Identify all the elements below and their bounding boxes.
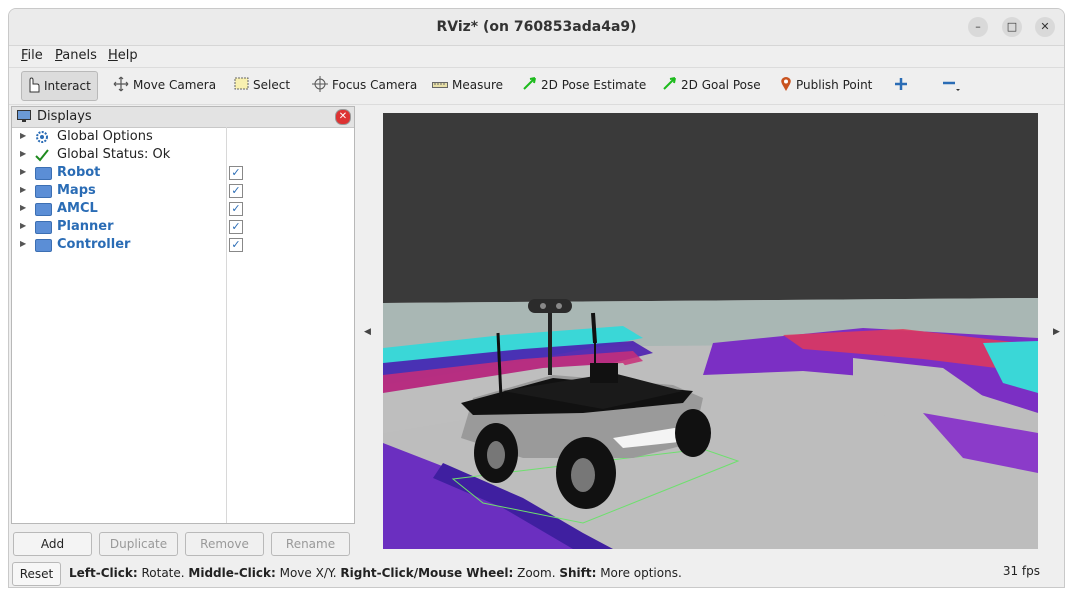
hint-desc: Rotate. [137,566,189,580]
rviz-window: RViz* (on 760853ada4a9) – □ ✕ File Panel… [8,8,1065,588]
display-item-label: AMCL [57,201,98,216]
add-display-button[interactable]: Add [13,532,92,556]
display-item-robot[interactable]: ▶ Robot ✓ [12,164,354,182]
display-item-controller[interactable]: ▶ Controller ✓ [12,236,354,254]
menu-panels[interactable]: Panels [55,48,97,63]
hint-key: Right-Click/Mouse Wheel: [340,566,514,580]
displays-panel-header: Displays ✕ [12,107,354,128]
reset-button[interactable]: Reset [12,562,61,586]
collapse-right-arrow-icon[interactable]: ▶ [1053,327,1060,337]
expand-arrow-icon[interactable]: ▶ [20,221,26,230]
folder-icon [35,202,52,219]
collapse-left-arrow-icon[interactable]: ◀ [364,327,371,337]
status-bar: Reset Left-Click: Rotate. Middle-Click: … [9,562,1064,587]
add-tool-button[interactable] [894,71,912,99]
menu-file-label: ile [27,48,43,63]
display-enabled-checkbox[interactable]: ✓ [229,238,243,252]
move-icon [113,76,129,95]
display-item-label: Planner [57,219,114,234]
tool-move-camera[interactable]: Move Camera [113,71,216,99]
hint-desc: Move X/Y. [275,566,341,580]
expand-arrow-icon[interactable]: ▶ [20,239,26,248]
menu-help-mnemonic: H [108,48,118,63]
tool-publish-point-label: Publish Point [796,78,873,92]
folder-icon [35,220,52,237]
display-enabled-checkbox[interactable]: ✓ [229,166,243,180]
menu-panels-label: anels [62,48,97,63]
green-arrow-icon [522,76,537,94]
duplicate-display-button[interactable]: Duplicate [99,532,178,556]
3d-scene-render [383,113,1038,549]
hint-key: Middle-Click: [188,566,276,580]
mouse-hint-text: Left-Click: Rotate. Middle-Click: Move X… [69,566,682,580]
hint-desc: More options. [596,566,682,580]
fps-counter: 31 fps [1002,564,1040,578]
expand-arrow-icon[interactable]: ▶ [20,167,26,176]
tool-select-label: Select [253,78,291,92]
map-pin-icon [780,76,792,95]
tool-2d-pose-estimate[interactable]: 2D Pose Estimate [522,71,646,99]
display-item-label: Global Options [57,129,153,144]
hint-desc: Zoom. [513,566,560,580]
3d-viewport[interactable] [383,113,1038,549]
hint-key: Shift: [559,566,597,580]
displays-panel-title: Displays [37,109,92,124]
monitor-icon [17,110,31,127]
ruler-icon [432,78,448,92]
display-enabled-checkbox[interactable]: ✓ [229,220,243,234]
display-item-label: Global Status: Ok [57,147,171,162]
display-item-maps[interactable]: ▶ Maps ✓ [12,182,354,200]
hint-key: Left-Click: [69,566,138,580]
expand-arrow-icon[interactable]: ▶ [20,131,26,140]
menu-file[interactable]: File [21,48,43,63]
menu-help-label: elp [117,48,138,63]
display-item-global-status[interactable]: ▶ Global Status: Ok [12,146,354,164]
display-item-label: Controller [57,237,131,252]
tool-2d-pose-estimate-label: 2D Pose Estimate [541,78,647,92]
plus-icon [894,77,908,94]
expand-arrow-icon[interactable]: ▶ [20,149,26,158]
close-panel-icon[interactable]: ✕ [335,109,351,125]
focus-icon [312,75,328,95]
tool-2d-goal-pose-label: 2D Goal Pose [681,78,761,92]
display-item-label: Maps [57,183,96,198]
menu-help[interactable]: Help [108,48,138,63]
select-box-icon [234,77,249,93]
close-button[interactable]: ✕ [1035,17,1055,37]
display-enabled-checkbox[interactable]: ✓ [229,184,243,198]
tool-2d-goal-pose[interactable]: 2D Goal Pose [662,71,761,99]
minimize-button[interactable]: – [968,17,988,37]
tool-measure[interactable]: Measure [432,71,503,99]
expand-arrow-icon[interactable]: ▶ [20,185,26,194]
tool-publish-point[interactable]: Publish Point [780,71,872,99]
remove-display-button[interactable]: Remove [185,532,264,556]
displays-panel: Displays ✕ ▶ Global Options ▶ Global Sta… [11,106,355,524]
folder-icon [35,166,52,183]
display-item-amcl[interactable]: ▶ AMCL ✓ [12,200,354,218]
tool-interact[interactable]: Interact [21,71,98,101]
display-item-global-options[interactable]: ▶ Global Options [12,128,354,146]
tool-move-camera-label: Move Camera [133,78,217,92]
tool-interact-label: Interact [44,79,91,93]
tools-toolbar: Interact Move Camera Select Focus Camera… [9,67,1064,105]
expand-arrow-icon[interactable]: ▶ [20,203,26,212]
maximize-button[interactable]: □ [1002,17,1022,37]
title-bar: RViz* (on 760853ada4a9) – □ ✕ [9,9,1064,46]
menu-bar: File Panels Help [9,46,1064,66]
rename-display-button[interactable]: Rename [271,532,350,556]
tool-select[interactable]: Select [234,71,290,99]
display-item-label: Robot [57,165,101,180]
window-title: RViz* (on 760853ada4a9) [436,19,637,35]
folder-icon [35,238,52,255]
minus-icon [942,76,960,95]
tool-focus-camera-label: Focus Camera [332,78,418,92]
hand-icon [26,76,40,96]
tool-focus-camera[interactable]: Focus Camera [312,71,417,99]
tool-measure-label: Measure [452,78,503,92]
display-enabled-checkbox[interactable]: ✓ [229,202,243,216]
green-arrow-icon [662,76,677,94]
remove-tool-button[interactable] [942,71,964,99]
folder-icon [35,184,52,201]
display-item-planner[interactable]: ▶ Planner ✓ [12,218,354,236]
